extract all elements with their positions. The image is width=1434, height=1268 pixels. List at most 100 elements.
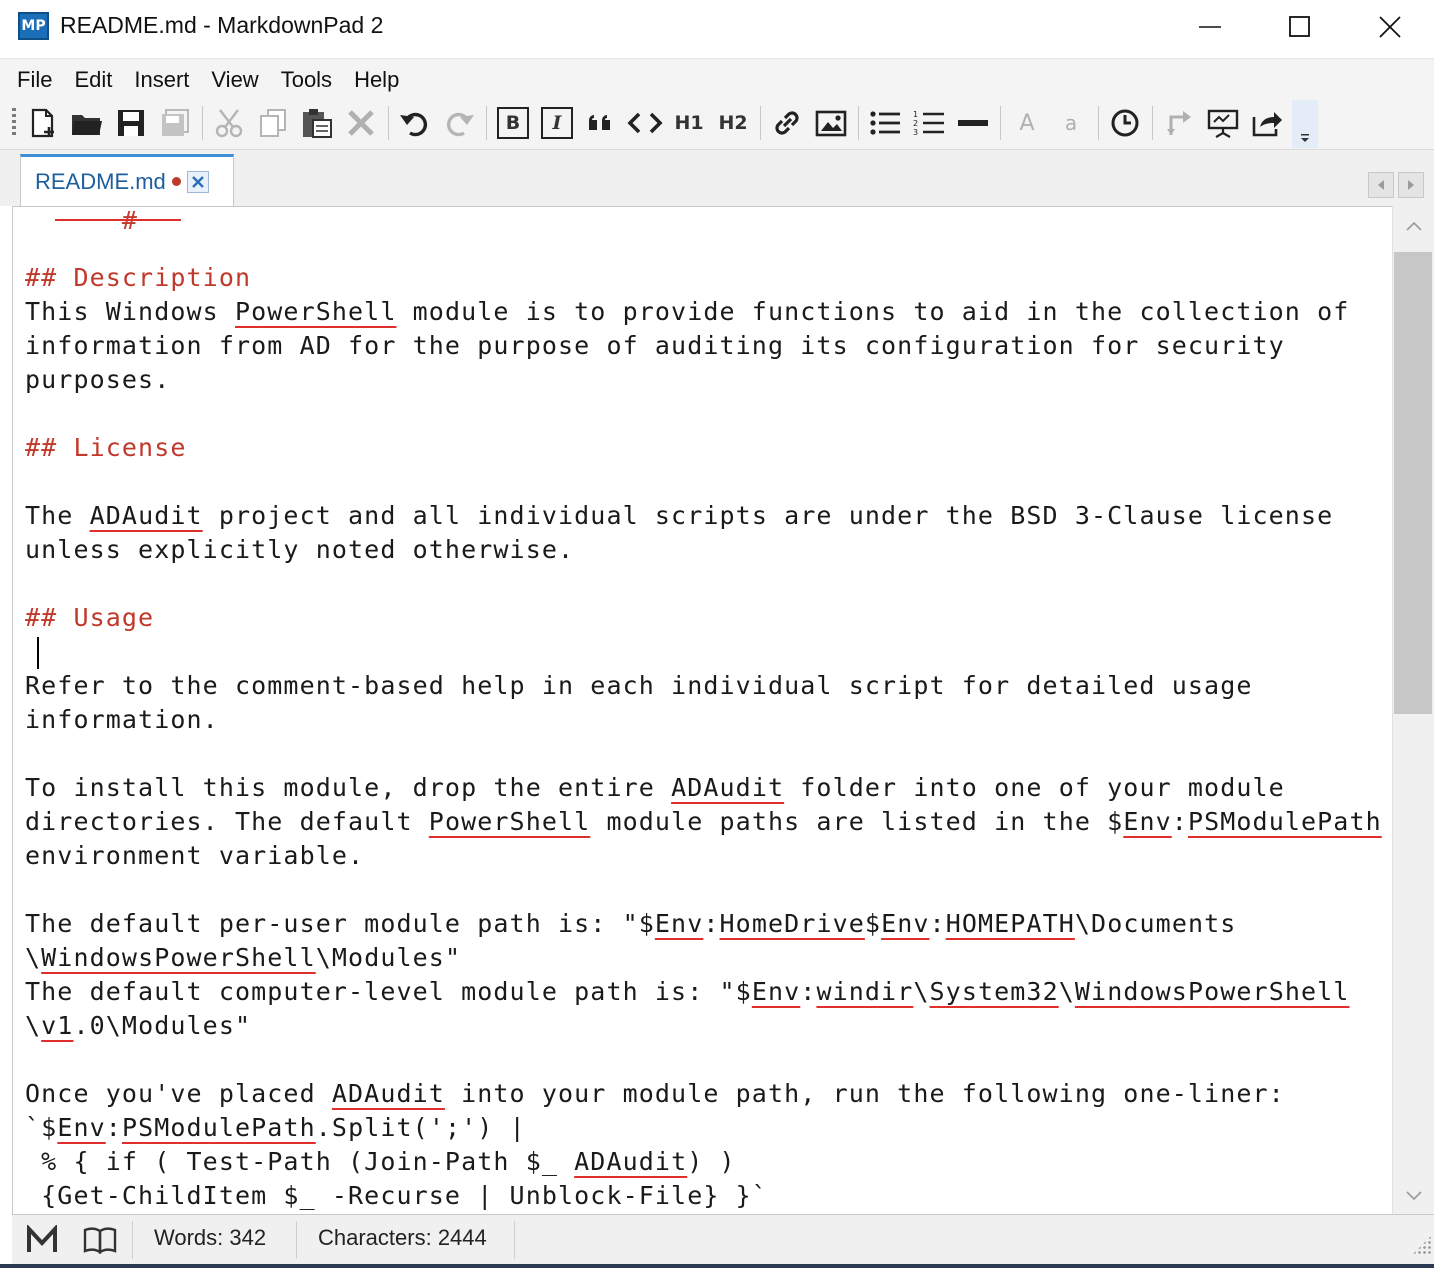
bold-button[interactable]: B [494,104,532,142]
menu-file[interactable]: File [6,61,63,97]
hyperlink-button[interactable] [768,104,806,142]
uppercase-button[interactable]: A [1008,104,1046,142]
ordered-list-button[interactable]: 123 [910,104,948,142]
text-run: unless explicitly noted otherwise. [25,535,575,564]
close-button[interactable] [1344,0,1434,54]
undo-button[interactable] [396,104,434,142]
menu-edit[interactable]: Edit [63,61,123,97]
menu-tools[interactable]: Tools [270,61,343,97]
misspelled-word[interactable]: v1 [41,1011,73,1040]
text-run: .0\Modules" [73,1011,252,1040]
save-button[interactable] [112,104,150,142]
preview-in-browser-button[interactable] [1204,104,1242,142]
text-run: $ [864,909,882,938]
blockquote-button[interactable] [582,104,620,142]
misspelled-word[interactable]: PSModulePath [1188,807,1382,836]
window-title: README.md - MarkdownPad 2 [60,12,384,38]
open-button[interactable] [68,104,106,142]
vertical-scrollbar[interactable] [1392,206,1434,1214]
horizontal-rule-button[interactable] [954,104,992,142]
italic-icon: I [541,107,573,139]
misspelled-word[interactable]: Env [752,977,800,1006]
editor-line: The default computer-level module path i… [25,975,1349,1009]
markdown-editor[interactable]: # ## Description This Windows PowerShell … [25,207,1395,1214]
status-bar: Words: 342 Characters: 2444 [12,1214,1434,1264]
menu-insert[interactable]: Insert [123,61,200,97]
resize-grip[interactable] [1412,1235,1432,1255]
heading2-button[interactable]: H2 [714,104,752,142]
redo-button[interactable] [440,104,478,142]
text-run: This Windows [25,297,235,326]
text-run: Refer to the comment-based help in each … [25,671,1253,700]
folder-icon [72,115,102,135]
undo-icon [400,112,428,137]
menu-help[interactable]: Help [343,61,410,97]
chevron-left-icon [1378,180,1384,190]
scrollbar-thumb[interactable] [1394,252,1432,714]
export-button[interactable] [1248,104,1286,142]
chevron-right-icon [1408,180,1414,190]
misspelled-word[interactable]: PSModulePath [122,1113,316,1142]
misspelled-word[interactable]: WindowsPowerShell [41,943,316,972]
text-run: ) ) [687,1147,736,1176]
misspelled-word[interactable]: System32 [930,977,1059,1006]
code-button[interactable] [626,104,664,142]
svg-text:3: 3 [913,128,918,137]
markdown-icon [27,1225,57,1252]
menu-view[interactable]: View [200,61,269,97]
misspelled-word[interactable]: HOMEPATH [946,909,1075,938]
cut-button[interactable] [210,104,248,142]
markdown-reference-button[interactable] [82,1223,118,1257]
misspelled-word[interactable]: ADAudit [574,1147,687,1176]
delete-button[interactable] [342,104,380,142]
scroll-up-button[interactable] [1393,206,1434,246]
misspelled-word[interactable]: ADAudit [332,1079,445,1108]
save-all-button[interactable] [156,104,194,142]
tab-scroll-left-button[interactable] [1368,172,1394,198]
unordered-list-button[interactable] [866,104,904,142]
misspelled-word[interactable]: Env [655,909,703,938]
maximize-button[interactable] [1254,0,1346,54]
markdownpad-app-icon[interactable]: MP [18,12,49,40]
close-icon [191,175,204,188]
live-preview-toggle-button[interactable] [1160,104,1198,142]
tab-scroll-right-button[interactable] [1398,172,1424,198]
copy-button[interactable] [254,104,292,142]
editor-line: unless explicitly noted otherwise. [25,533,574,567]
misspelled-word[interactable]: WindowsPowerShell [1075,977,1350,1006]
misspelled-word[interactable]: Env [57,1113,105,1142]
misspelled-word[interactable]: Env [1123,807,1171,836]
new-document-button[interactable] [24,104,62,142]
misspelled-word[interactable]: Env [881,909,929,938]
tab-readme[interactable]: README.md [20,154,234,206]
toolbar-overflow-button[interactable] [1292,100,1318,148]
italic-button[interactable]: I [538,104,576,142]
menu-bar: File Edit Insert View Tools Help [0,58,1434,98]
misspelled-word[interactable]: HomeDrive [720,909,865,938]
h2-icon: H2 [718,112,748,134]
image-button[interactable] [812,104,850,142]
timestamp-button[interactable] [1106,104,1144,142]
misspelled-word[interactable]: windir [816,977,913,1006]
title-bar: MP README.md - MarkdownPad 2 [0,0,1434,58]
misspelled-word[interactable]: ADAudit [671,773,784,802]
text-run: environment variable. [25,841,365,870]
editor-line: information. [25,703,219,737]
scissors-icon [215,109,243,138]
heading1-button[interactable]: H1 [670,104,708,142]
minimize-button[interactable] [1164,0,1256,54]
text-run: \Modules" [315,943,462,972]
lowercase-button[interactable]: a [1052,104,1090,142]
tab-close-button[interactable] [186,170,209,193]
markdown-mode-button[interactable] [26,1223,58,1257]
toolbar-grip[interactable] [12,108,16,138]
paste-button[interactable] [298,104,336,142]
markdown-heading-line: ## Usage [25,601,154,635]
maximize-icon [1289,16,1310,37]
chevron-up-icon [1406,221,1422,231]
scroll-down-button[interactable] [1393,1178,1434,1214]
text-run: ## Description [25,263,252,292]
misspelled-word[interactable]: PowerShell [235,297,397,326]
misspelled-word[interactable]: PowerShell [429,807,591,836]
misspelled-word[interactable]: ADAudit [90,501,203,530]
